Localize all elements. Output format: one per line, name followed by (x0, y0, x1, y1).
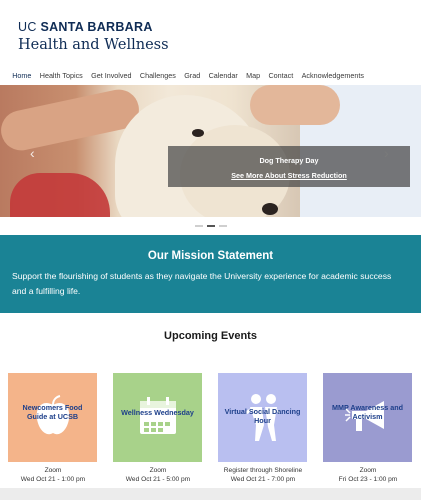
site-logo[interactable]: UC SANTA BARBARA Health and Wellness (18, 20, 169, 54)
event-date: Wed Oct 21 - 5:00 pm (125, 476, 191, 483)
slide-dot-2[interactable] (206, 225, 215, 227)
site-header: UC SANTA BARBARA Health and Wellness (0, 0, 421, 64)
nav-item-challenges[interactable]: Challenges (136, 68, 180, 86)
slide-dot-3[interactable] (218, 225, 227, 227)
hero-image-red-shirt (10, 173, 110, 217)
logo-uc: UC (18, 20, 37, 34)
event-title: Virtual Social Dancing Hour (224, 407, 301, 425)
logo-subtitle: Health and Wellness (18, 37, 169, 53)
hero-caption-link[interactable]: See More About Stress Reduction (231, 171, 347, 180)
nav-item-home[interactable]: Home (8, 68, 36, 86)
event-location: Zoom (149, 467, 167, 474)
event-title: Newcomers Food Guide at UCSB (22, 403, 83, 421)
event-location: Register through Shoreline (223, 467, 303, 474)
mission-title: Our Mission Statement (147, 250, 274, 262)
logo-wordmark: UC SANTA BARBARA (18, 20, 169, 34)
main-nav: Home Health Topics Get Involved Challeng… (8, 68, 413, 86)
page-bottom-bar (0, 488, 421, 500)
event-location: Zoom (44, 467, 62, 474)
nav-item-acknowledgements[interactable]: Acknowledgements (297, 68, 368, 86)
nav-item-calendar[interactable]: Calendar (204, 68, 242, 86)
event-date: Fri Oct 23 - 1:00 pm (338, 476, 398, 483)
hero-image-dog-nose (262, 203, 278, 215)
nav-item-health-topics[interactable]: Health Topics (36, 68, 87, 86)
slide-indicators (0, 225, 421, 231)
slide-dot-1[interactable] (194, 225, 203, 227)
mission-section: Our Mission Statement Support the flouri… (0, 235, 421, 313)
event-card-mmp-awareness[interactable]: MMP Awareness and Activism (323, 373, 412, 462)
hero-image-dog-eye (192, 129, 204, 137)
hero-caption-title: Dog Therapy Day (259, 156, 319, 165)
event-date: Wed Oct 21 - 1:00 pm (20, 476, 86, 483)
hero-caption: Dog Therapy Day See More About Stress Re… (168, 146, 410, 187)
event-date: Wed Oct 21 - 7:00 pm (230, 476, 296, 483)
event-location: Zoom (359, 467, 377, 474)
hero-image-hand (250, 85, 340, 125)
nav-item-get-involved[interactable]: Get Involved (87, 68, 136, 86)
events-title: Upcoming Events (164, 330, 257, 342)
event-card-social-dancing[interactable]: Virtual Social Dancing Hour (218, 373, 307, 462)
nav-item-contact[interactable]: Contact (264, 68, 297, 86)
event-title: MMP Awareness and Activism (332, 403, 403, 421)
logo-santa-barbara: SANTA BARBARA (40, 20, 153, 34)
mission-text: Support the flourishing of students as t… (12, 271, 392, 296)
nav-item-grad[interactable]: Grad (180, 68, 204, 86)
event-card-newcomers[interactable]: Newcomers Food Guide at UCSB (8, 373, 97, 462)
event-card-wellness-wednesday[interactable]: Wellness Wednesday (113, 373, 202, 462)
event-title: Wellness Wednesday (121, 408, 194, 417)
chevron-left-icon[interactable]: ‹ (30, 145, 35, 161)
nav-item-map[interactable]: Map (242, 68, 264, 86)
